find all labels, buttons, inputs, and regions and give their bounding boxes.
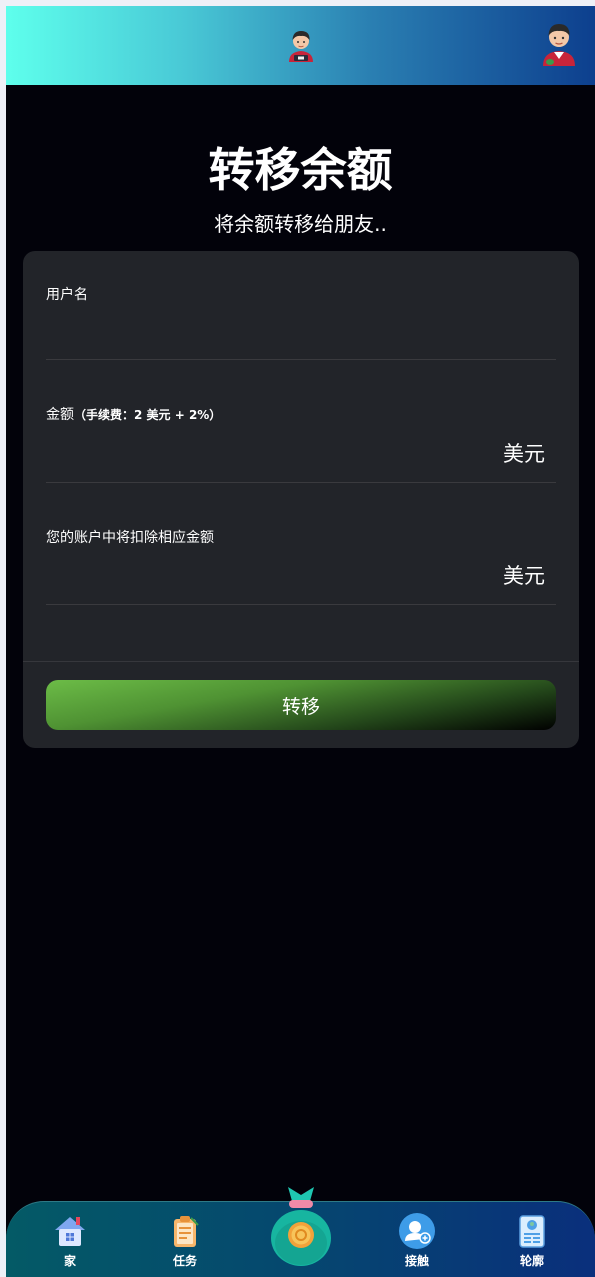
- app-screen: 转移余额 将余额转移给朋友.. 用户名 金额（手续费：2 美元 + 2%） 美元…: [6, 6, 595, 1277]
- username-underline: [46, 359, 556, 360]
- deduct-underline: [46, 604, 556, 605]
- card-divider: [23, 661, 579, 662]
- amount-label: 金额（手续费：2 美元 + 2%）: [46, 405, 221, 425]
- deduct-amount-field: [46, 559, 476, 593]
- deduct-label: 您的账户中将扣除相应金额: [46, 530, 214, 546]
- nav-label-home: 家: [63, 1254, 76, 1268]
- username-label: 用户名: [46, 287, 88, 303]
- user-avatar-icon[interactable]: [284, 26, 318, 66]
- amount-currency: 美元: [503, 442, 545, 466]
- nav-item-contact[interactable]: 接触: [377, 1212, 457, 1272]
- nav-item-profile[interactable]: 轮廓: [492, 1212, 572, 1272]
- amount-input[interactable]: [46, 436, 476, 470]
- profile-document-icon: [519, 1215, 545, 1248]
- add-contact-icon: [399, 1213, 435, 1249]
- amount-label-text: 金额: [46, 407, 74, 423]
- amount-underline: [46, 482, 556, 483]
- money-bag-icon[interactable]: [268, 1183, 334, 1267]
- nav-item-tasks[interactable]: 任务: [145, 1212, 225, 1272]
- nav-label-profile: 轮廓: [519, 1254, 544, 1268]
- nav-label-tasks: 任务: [172, 1254, 197, 1268]
- header-bar: [6, 6, 595, 85]
- page-title: 转移余额: [208, 143, 393, 197]
- transfer-form-card: 用户名 金额（手续费：2 美元 + 2%） 美元 您的账户中将扣除相应金额 美元…: [23, 251, 579, 748]
- deduct-currency: 美元: [503, 564, 545, 588]
- transfer-button[interactable]: 转移: [46, 680, 556, 730]
- fee-note: （手续费：2 美元 + 2%）: [74, 408, 222, 422]
- nav-label-contact: 接触: [404, 1254, 429, 1268]
- profile-avatar-icon[interactable]: [539, 18, 579, 68]
- nav-item-home[interactable]: 家: [30, 1212, 110, 1272]
- page-subtitle: 将余额转移给朋友..: [214, 212, 387, 236]
- username-input[interactable]: [46, 313, 556, 347]
- home-icon: [55, 1217, 85, 1246]
- clipboard-icon: [174, 1216, 199, 1247]
